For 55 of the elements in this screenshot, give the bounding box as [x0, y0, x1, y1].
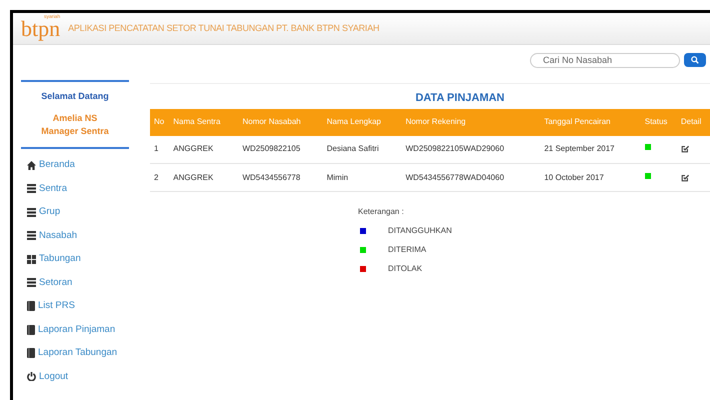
column-header: Nomor Nasabah	[238, 108, 323, 136]
table-title: DATA PINJAMAN	[415, 91, 504, 106]
table-cell: 10 October 2017	[540, 164, 641, 192]
sidebar-item[interactable]: Grup	[27, 200, 150, 224]
table-cell: WD2509822105WAD29060	[402, 136, 540, 164]
book-icon	[27, 301, 35, 312]
column-header: No	[150, 108, 170, 136]
table-cell: ANGGREK	[169, 164, 238, 192]
user-role: Manager Sentra	[41, 125, 109, 138]
column-header: Status	[640, 108, 677, 136]
book-icon	[27, 324, 35, 335]
sidebar-item[interactable]: Logout	[27, 365, 150, 388]
sidebar-item[interactable]: Laporan Pinjaman	[27, 318, 150, 342]
edit-icon[interactable]	[680, 145, 689, 154]
column-header: Detail	[676, 108, 710, 136]
user-name: Amelia NS	[52, 112, 98, 124]
search-button[interactable]	[684, 53, 706, 67]
column-header: Nomor Rekening	[402, 108, 540, 136]
list-icon	[27, 184, 36, 194]
app-title: APLIKASI PENCATATAN SETOR TUNAI TABUNGAN PT. BANK BTPN SYARIAH	[68, 22, 380, 35]
edit-icon[interactable]	[680, 174, 689, 182]
home-icon	[27, 160, 36, 170]
table-cell: 1	[150, 136, 170, 164]
table-cell: WD5434556778WAD04060	[402, 164, 540, 192]
greeting: Selamat Datang	[41, 90, 109, 103]
table-cell: Mimin	[322, 164, 402, 192]
table-cell: Desiana Safitri	[322, 136, 402, 164]
book-icon	[27, 348, 35, 358]
search-icon	[691, 56, 699, 64]
power-icon	[27, 372, 36, 382]
table-cell: ANGGREK	[169, 136, 238, 164]
table-cell: WD2509822105	[238, 136, 323, 164]
table-cell: 21 September 2017	[540, 136, 641, 164]
logo: btpn	[21, 18, 60, 40]
legend-label: DITANGGUHKAN	[388, 225, 452, 237]
table-cell: 2	[150, 164, 170, 192]
list-icon	[27, 278, 36, 288]
list-icon	[27, 208, 36, 217]
sidebar-item[interactable]: Nasabah	[27, 224, 150, 248]
list-icon	[27, 231, 36, 240]
grid-icon	[27, 254, 36, 264]
sidebar-item[interactable]: Setoran	[27, 271, 150, 294]
sidebar-item[interactable]: Beranda	[27, 154, 150, 177]
column-header: Nama Lengkap	[322, 108, 402, 136]
legend-title: Keterangan :	[358, 206, 405, 218]
legend-label: DITERIMA	[388, 244, 426, 256]
sidebar-item[interactable]: Laporan Tabungan	[27, 342, 150, 365]
sidebar-item[interactable]: List PRS	[27, 294, 150, 318]
legend-label: DITOLAK	[388, 263, 422, 275]
column-header: Nama Sentra	[169, 108, 238, 136]
column-header: Tanggal Pencairan	[540, 108, 641, 136]
sidebar-item[interactable]: Sentra	[27, 177, 150, 200]
sidebar-item[interactable]: Tabungan	[27, 248, 150, 271]
search-field[interactable]: Cari No Nasabah	[530, 52, 680, 68]
table-cell: WD5434556778	[238, 164, 323, 192]
